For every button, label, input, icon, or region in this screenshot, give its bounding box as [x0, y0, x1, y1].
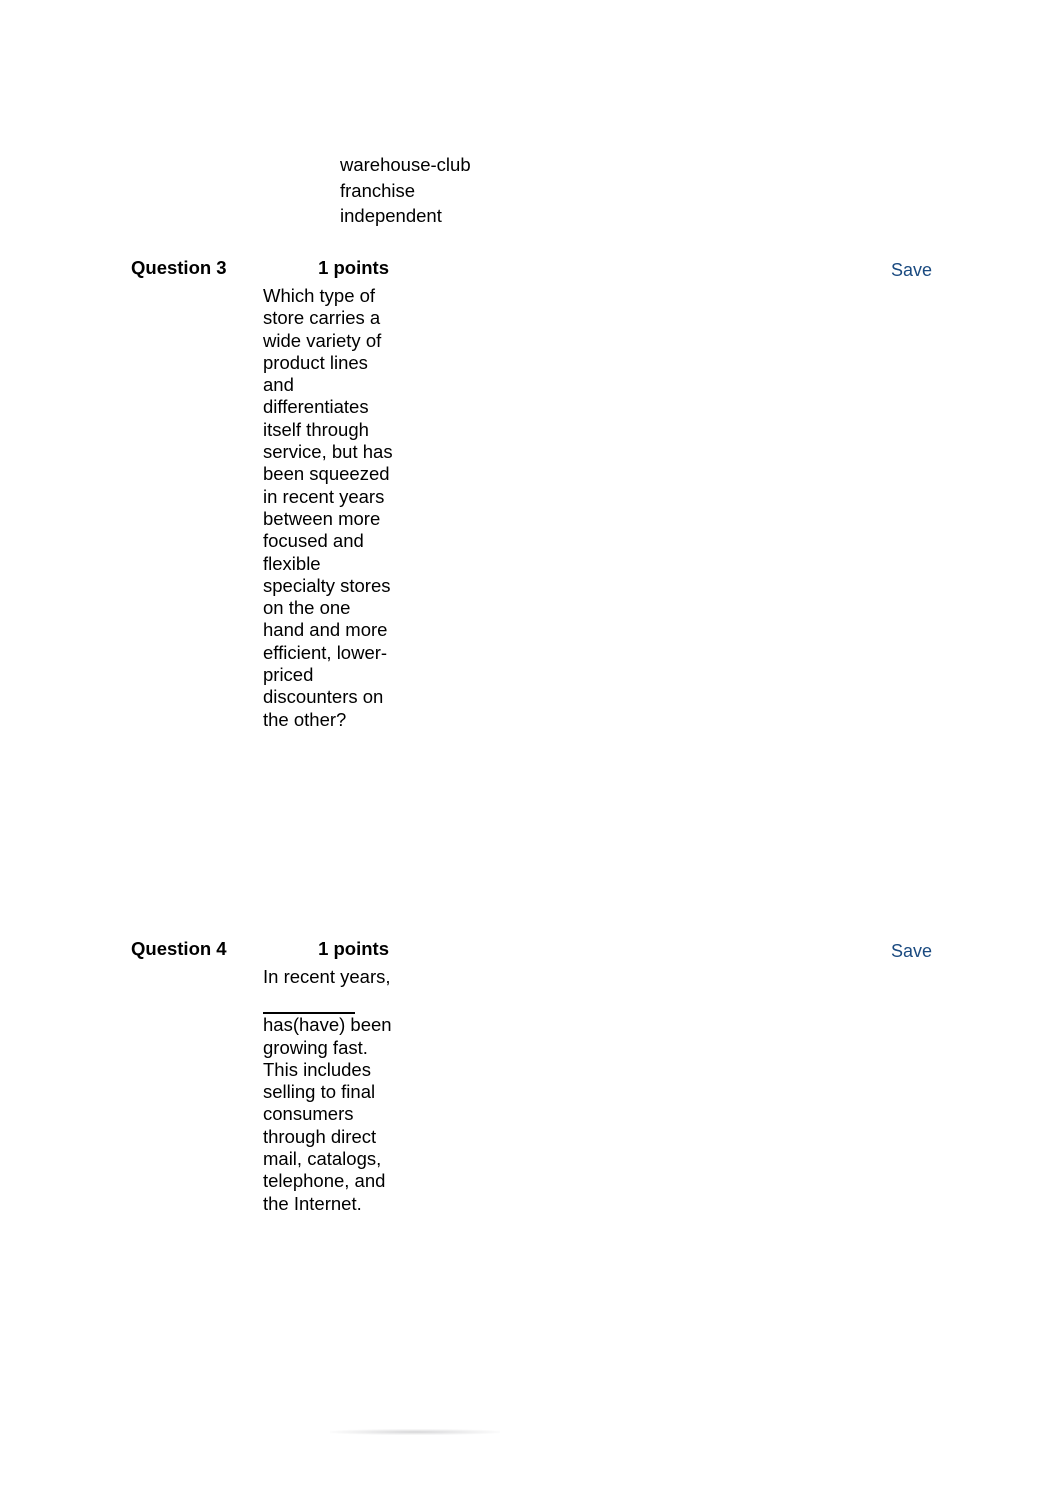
- question-3-points: 1 points: [318, 257, 389, 278]
- question-3-header: Question 3 1 points Save: [0, 255, 1062, 283]
- question-4-text: In recent years, has(have) been growing …: [263, 966, 395, 1215]
- save-link-question-4[interactable]: Save: [891, 939, 932, 964]
- question-3-title: Question 3: [131, 257, 227, 278]
- question-4-points: 1 points: [318, 938, 389, 959]
- question-block-3: Question 3 1 points Save Which type of s…: [0, 255, 1062, 730]
- question-4-header: Question 4 1 points Save: [0, 936, 1062, 964]
- quiz-page: warehouse-club franchise independent Que…: [0, 0, 1062, 1506]
- question-4-text-before-blank: In recent years,: [263, 966, 391, 987]
- question-3-text: Which type of store carries a wide varie…: [263, 285, 393, 730]
- question-4-title: Question 4: [131, 938, 227, 959]
- question-4-text-after-blank: has(have) been growing fast. This includ…: [263, 1014, 392, 1214]
- save-link-question-3[interactable]: Save: [891, 258, 932, 283]
- option-item[interactable]: independent: [340, 203, 600, 229]
- question-block-4: Question 4 1 points Save In recent years…: [0, 936, 1062, 1214]
- option-item[interactable]: warehouse-club: [340, 152, 600, 178]
- option-item[interactable]: franchise: [340, 178, 600, 204]
- page-bottom-shadow: [330, 1429, 500, 1435]
- previous-question-options-list: warehouse-club franchise independent: [340, 152, 600, 229]
